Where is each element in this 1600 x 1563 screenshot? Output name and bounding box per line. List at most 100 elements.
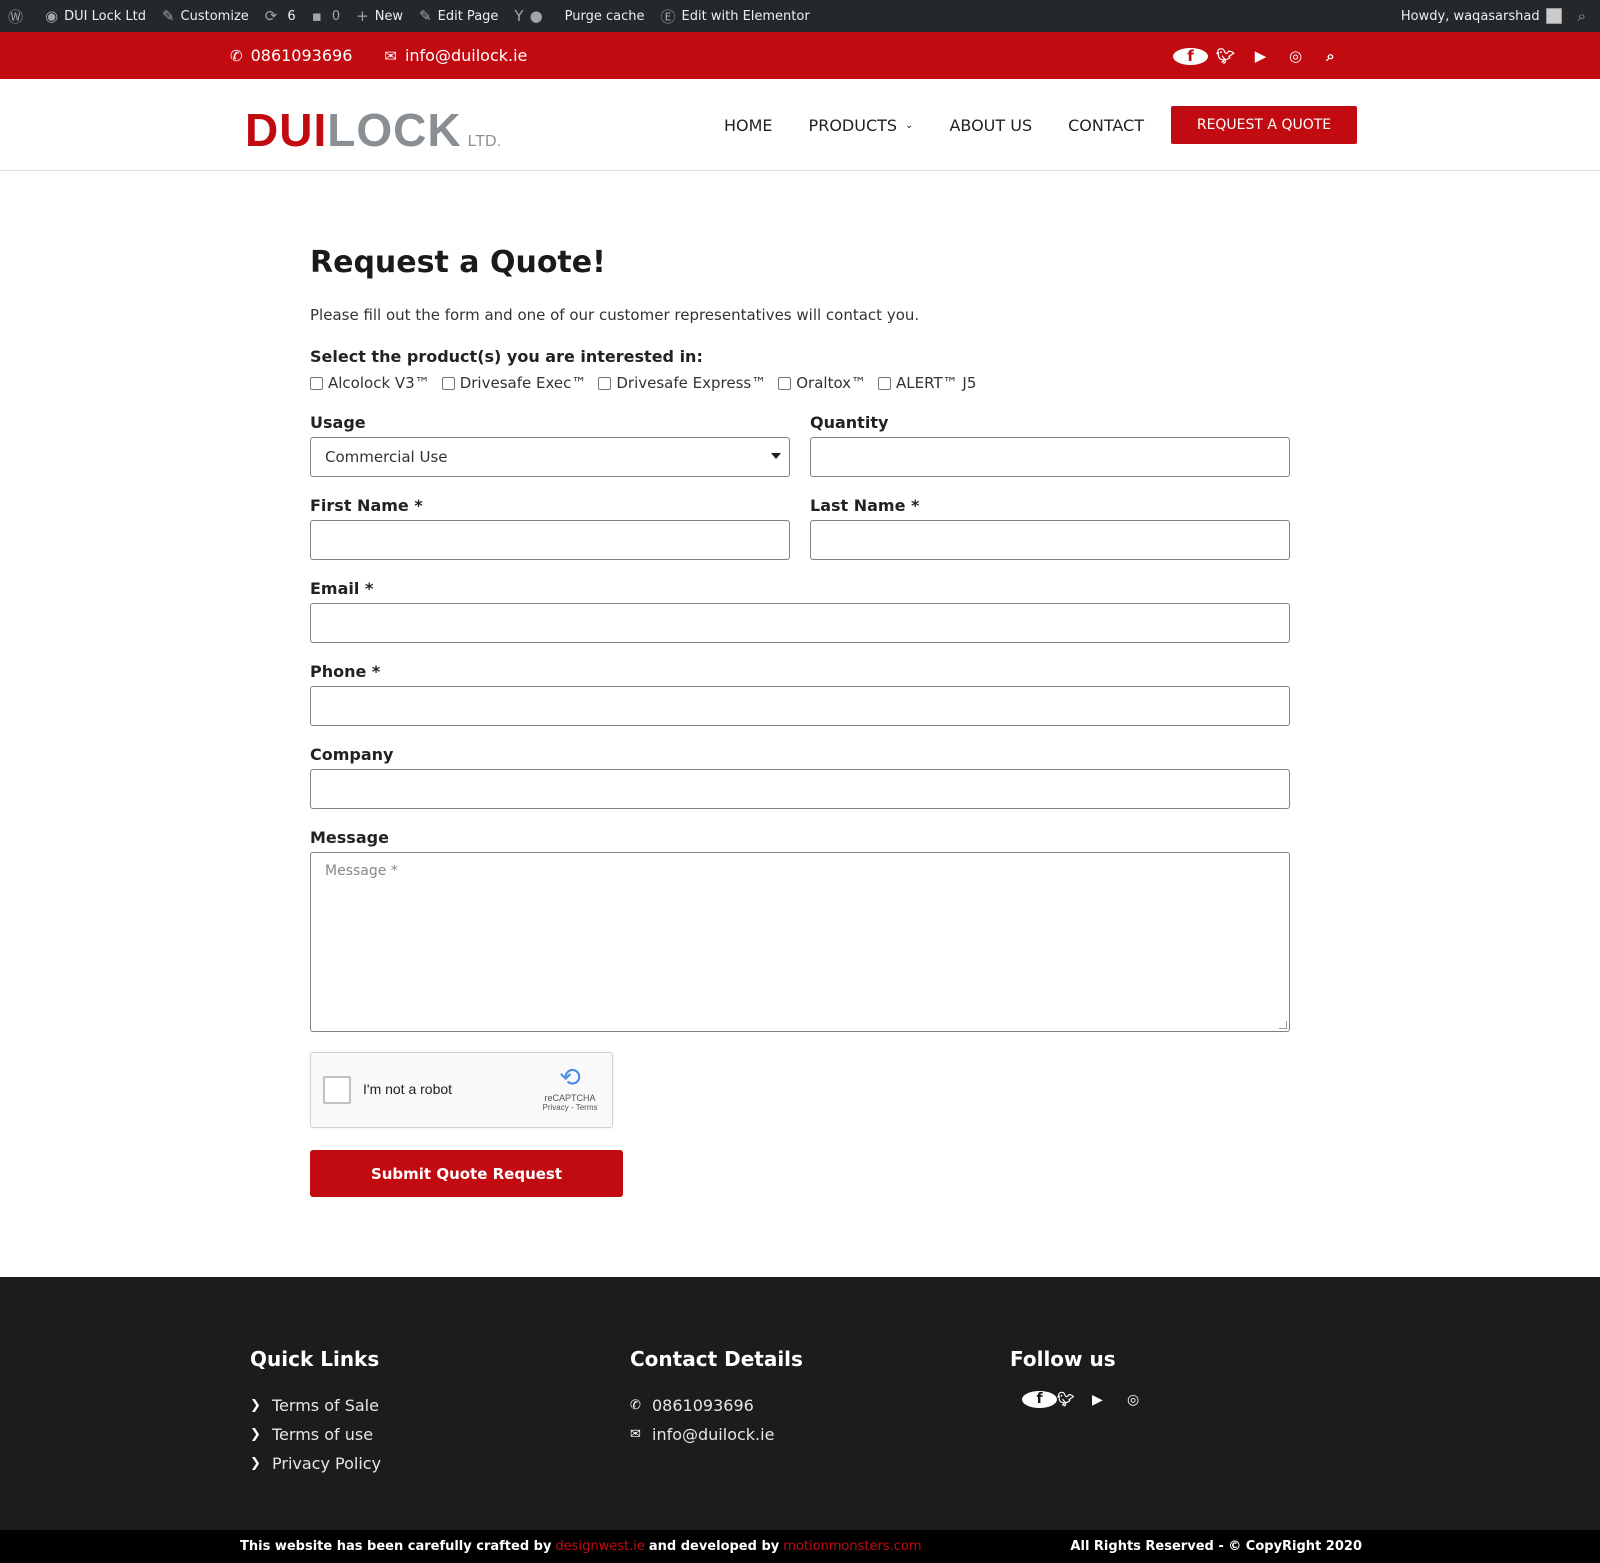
checkbox[interactable] [778,376,792,390]
checkbox[interactable] [878,376,892,390]
twitter-icon[interactable]: 🐦︎ [1208,47,1243,65]
pencil-icon: ✎ [419,7,432,25]
admin-account[interactable]: Howdy, waqasarshad [1393,0,1570,32]
footer-heading: Follow us [1010,1347,1116,1371]
footer-follow: Follow us f 🐦︎ ▶ ◎ [1010,1347,1162,1408]
status-dot-icon: ● [529,7,543,25]
phone-label: Phone * [310,662,381,681]
recaptcha-checkbox[interactable] [323,1076,351,1104]
footer-contact: Contact Details ✆ 0861093696 ✉ info@duiloc… [630,1347,803,1449]
wordpress-logo-icon[interactable]: Ⓦ [0,0,37,32]
first-name-label: First Name * [310,496,423,515]
footer-link-privacy[interactable]: ❯ Privacy Policy [250,1449,381,1478]
footer-link-terms-use[interactable]: ❯ Terms of use [250,1420,381,1449]
email-input[interactable] [310,603,1290,643]
chevron-right-icon: ❯ [250,1398,261,1413]
checkbox[interactable] [310,376,323,390]
youtube-icon[interactable]: ▶ [1092,1392,1127,1408]
motionmonsters-link[interactable]: motionmonsters.com [783,1539,921,1554]
facebook-icon[interactable]: f [1173,47,1208,65]
envelope-icon: ✉ [384,46,397,65]
top-contact-bar: ✆ 0861093696 ✉ info@duilock.ie f 🐦︎ ▶ ◎ ⌕ [0,32,1600,79]
first-name-input[interactable] [310,520,790,560]
last-name-label: Last Name * [810,496,920,515]
usage-label: Usage [310,413,366,432]
company-label: Company [310,745,394,764]
designwest-link[interactable]: designwest.ie [555,1539,644,1554]
resize-handle-icon[interactable] [1279,1021,1287,1029]
recaptcha-logo: ⟲ reCAPTCHA Privacy - Terms [540,1063,600,1112]
facebook-icon[interactable]: f [1022,1391,1057,1408]
nav-products[interactable]: PRODUCTS ⌄ [809,116,914,135]
site-logo[interactable]: DUI LOCK LTD. [245,103,501,156]
last-name-input[interactable] [810,520,1290,560]
chevron-right-icon: ❯ [250,1427,261,1442]
dropdown-arrow-icon [771,453,781,459]
chevron-down-icon: ⌄ [905,119,914,131]
updates-icon: ⟳ [264,7,278,25]
plus-icon: + [356,7,369,25]
recaptcha-widget: I'm not a robot ⟲ reCAPTCHA Privacy - Te… [310,1052,613,1128]
chevron-right-icon: ❯ [250,1456,261,1471]
top-phone[interactable]: ✆ 0861093696 [230,46,368,65]
admin-search-icon[interactable]: ⌕ [1570,0,1600,32]
usage-select[interactable]: Commercial Use [310,437,790,477]
admin-edit-page[interactable]: ✎ Edit Page [411,0,506,32]
request-quote-button[interactable]: REQUEST A QUOTE [1171,106,1357,144]
form-intro: Please fill out the form and one of our … [310,306,920,324]
yoast-icon[interactable]: Y ● [506,0,556,32]
copyright: All Rights Reserved - © CopyRight 2020 [1070,1539,1362,1554]
admin-customize[interactable]: ✎ Customize [154,0,257,32]
product-checkbox[interactable]: Drivesafe Exec™ [441,374,586,392]
checkbox[interactable] [598,376,612,390]
dashboard-icon: ◉ [45,7,59,25]
footer-heading: Contact Details [630,1347,803,1371]
footer-phone[interactable]: ✆ 0861093696 [630,1391,803,1420]
search-icon[interactable]: ⌕ [1313,47,1348,65]
admin-comments[interactable]: ▪ 0 [304,0,348,32]
instagram-icon[interactable]: ◎ [1127,1392,1162,1408]
product-checkbox[interactable]: Oraltox™ [778,374,866,392]
comment-icon: ▪ [311,7,322,25]
nav-about[interactable]: ABOUT US [949,116,1032,135]
admin-edit-elementor[interactable]: Ⓔ Edit with Elementor [653,0,818,32]
admin-site-name[interactable]: ◉ DUI Lock Ltd [37,0,154,32]
recaptcha-icon: ⟲ [559,1063,581,1093]
top-email[interactable]: ✉ info@duilock.ie [384,46,543,65]
message-label: Message [310,828,389,847]
footer-heading: Quick Links [250,1347,380,1371]
wp-admin-bar: Ⓦ ◉ DUI Lock Ltd ✎ Customize ⟳ 6 ▪ 0 + New ✎ E… [0,0,1600,32]
submit-quote-button[interactable]: Submit Quote Request [310,1150,623,1197]
phone-input[interactable] [310,686,1290,726]
phone-icon: ✆ [630,1398,641,1413]
product-checkbox[interactable]: ALERT™ J5 [878,374,976,392]
product-checkbox[interactable]: Alcolock V3™ [310,374,430,392]
nav-contact[interactable]: CONTACT [1068,116,1144,135]
avatar [1545,8,1562,24]
site-footer: Quick Links ❯ Terms of Sale ❯ Terms of use… [0,1277,1600,1530]
product-checkbox[interactable]: Drivesafe Express™ [598,374,766,392]
checkbox[interactable] [441,376,455,390]
quantity-input[interactable] [810,437,1290,477]
site-header: DUI LOCK LTD. HOME PRODUCTS ⌄ ABOUT US CO… [0,79,1600,171]
company-input[interactable] [310,769,1290,809]
main-nav: HOME PRODUCTS ⌄ ABOUT US CONTACT [724,79,1180,171]
quantity-label: Quantity [810,413,889,432]
page-title: Request a Quote! [310,245,606,280]
instagram-icon[interactable]: ◎ [1278,47,1313,65]
elementor-icon: Ⓔ [660,7,676,26]
admin-new[interactable]: + New [348,0,411,32]
youtube-icon[interactable]: ▶ [1243,47,1278,65]
admin-purge-cache[interactable]: Purge cache [557,0,653,32]
nav-home[interactable]: HOME [724,116,773,135]
admin-updates[interactable]: ⟳ 6 [257,0,304,32]
footer-quick-links: Quick Links ❯ Terms of Sale ❯ Terms of use… [250,1347,381,1478]
footer-bottom-bar: This website has been carefully crafted … [0,1530,1600,1563]
footer-link-terms-sale[interactable]: ❯ Terms of Sale [250,1391,381,1420]
phone-icon: ✆ [230,46,243,65]
quote-form: Request a Quote! Please fill out the for… [310,245,1290,1197]
footer-email[interactable]: ✉ info@duilock.ie [630,1420,803,1449]
brush-icon: ✎ [161,7,175,25]
message-textarea[interactable]: Message * [310,852,1290,1032]
twitter-icon[interactable]: 🐦︎ [1057,1392,1092,1408]
